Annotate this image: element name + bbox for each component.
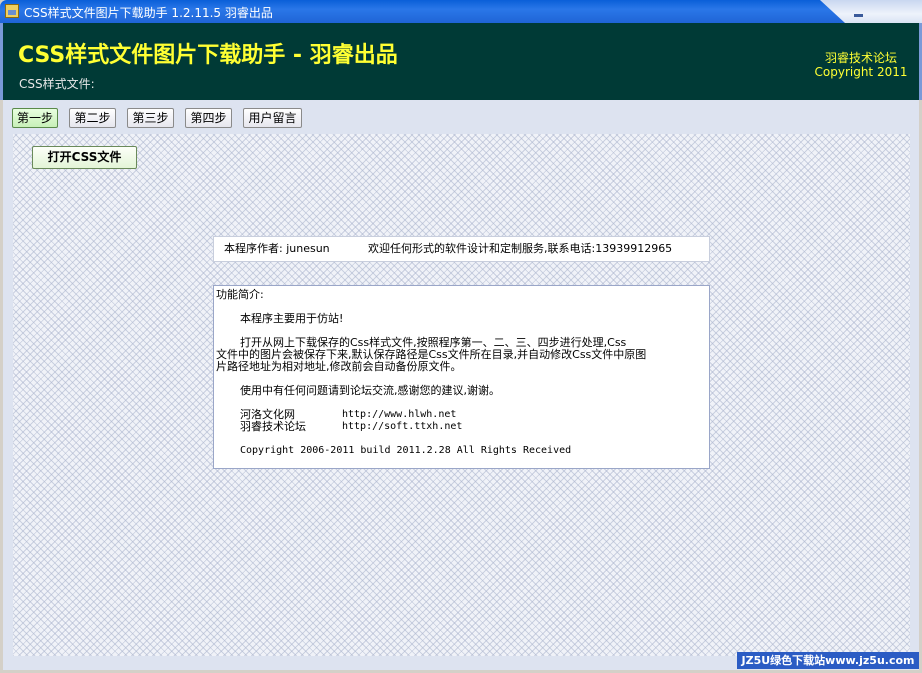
- window-title: CSS样式文件图片下载助手 1.2.11.5 羽睿出品: [24, 6, 273, 20]
- intro-desc-line3: 片路径地址为相对地址,修改前会自动备份原文件。: [216, 360, 462, 373]
- author-text: 本程序作者: junesun: [224, 242, 330, 255]
- tab-step1[interactable]: 第一步: [12, 108, 58, 128]
- site2-name: 羽睿技术论坛: [240, 420, 306, 433]
- header-copyright: Copyright 2011: [814, 65, 908, 79]
- open-css-file-button[interactable]: 打开CSS文件: [32, 146, 137, 169]
- titlebar-decoration: [820, 0, 922, 23]
- intro-purpose: 本程序主要用于仿站!: [240, 312, 344, 325]
- minimize-icon[interactable]: [851, 4, 866, 19]
- tab-step4[interactable]: 第四步: [185, 108, 232, 128]
- app-icon[interactable]: [5, 4, 19, 18]
- author-info-box: 本程序作者: junesun 欢迎任何形式的软件设计和定制服务,联系电话:139…: [213, 236, 710, 262]
- intro-heading: 功能简介:: [216, 288, 264, 301]
- intro-feedback: 使用中有任何问题请到论坛交流,感谢您的建议,谢谢。: [240, 384, 500, 397]
- forum-info[interactable]: 羽睿技术论坛 Copyright 2011: [813, 51, 909, 79]
- main-content: 第一步 第二步 第三步 第四步 用户留言 打开CSS文件 本程序作者: june…: [3, 100, 919, 670]
- watermark: JZ5U绿色下载站www.jz5u.com: [737, 652, 919, 669]
- tab-step3[interactable]: 第三步: [127, 108, 174, 128]
- tab-user-message[interactable]: 用户留言: [243, 108, 302, 128]
- header-banner: CSS样式文件图片下载助手 - 羽睿出品 CSS样式文件: 羽睿技术论坛 Cop…: [0, 23, 922, 100]
- forum-name-link[interactable]: 羽睿技术论坛: [813, 51, 909, 65]
- site2-url[interactable]: http://soft.ttxh.net: [342, 420, 462, 433]
- tab-step2[interactable]: 第二步: [69, 108, 116, 128]
- app-main-title: CSS样式文件图片下载助手 - 羽睿出品: [18, 43, 398, 68]
- intro-copyright: Copyright 2006-2011 build 2011.2.28 All …: [240, 445, 572, 456]
- css-file-label: CSS样式文件:: [19, 77, 95, 91]
- intro-box: 功能简介: 本程序主要用于仿站! 打开从网上下载保存的Css样式文件,按照程序第…: [213, 285, 710, 469]
- service-text: 欢迎任何形式的软件设计和定制服务,联系电话:13939912965: [368, 242, 673, 255]
- window-titlebar[interactable]: CSS样式文件图片下载助手 1.2.11.5 羽睿出品: [0, 0, 922, 23]
- step1-panel: 打开CSS文件 本程序作者: junesun 欢迎任何形式的软件设计和定制服务,…: [13, 134, 910, 656]
